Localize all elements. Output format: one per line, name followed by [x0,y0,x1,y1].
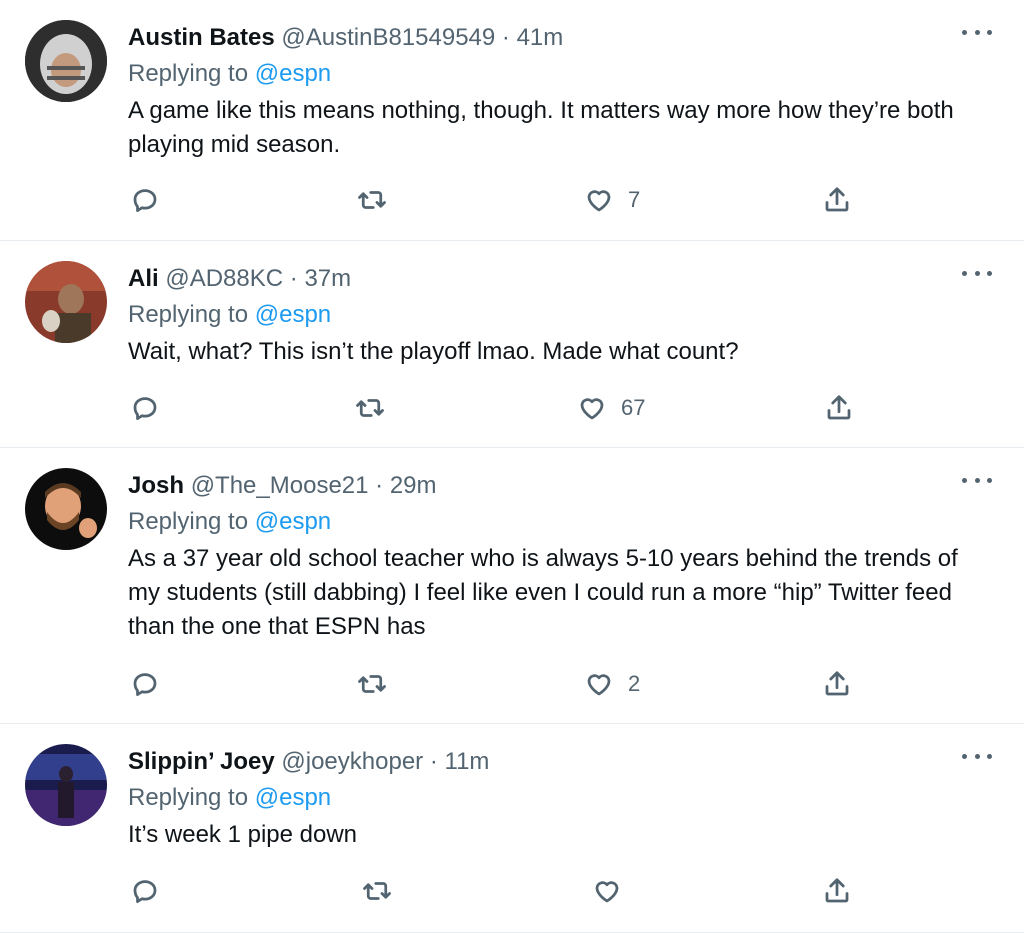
avatar[interactable] [25,20,107,102]
like-button[interactable] [592,876,636,906]
tweet[interactable]: Ali @AD88KC · 37m Replying to @espn Wait… [0,241,1024,448]
like-count: 2 [628,671,641,696]
separator-dot: · [289,265,298,292]
tweet-text: Wait, what? This isn’t the playoff lmao.… [128,338,739,365]
like-icon [587,190,611,212]
avatar-image [25,20,107,102]
more-icon[interactable] [962,24,992,40]
tweet-header: Josh @The_Moose21 · 29m [128,470,994,502]
replying-to: Replying to @espn [128,506,994,538]
retweet-button[interactable] [357,185,387,215]
retweet-button[interactable] [355,393,385,423]
retweet-icon [358,191,386,209]
replying-to-label: Replying to [128,784,249,811]
timestamp[interactable]: 29m [390,472,437,499]
mention-link[interactable]: @espn [255,784,331,811]
replying-to: Replying to @espn [128,299,994,331]
reply-icon [133,673,157,696]
reply-icon [133,189,157,212]
tweet-text: As a 37 year old school teacher who is a… [128,545,958,640]
like-count: 7 [628,187,641,212]
mention-link[interactable]: @espn [255,60,331,87]
replying-to-label: Replying to [128,508,249,535]
reply-icon [133,880,157,903]
display-name[interactable]: Josh [128,472,184,499]
replying-to-label: Replying to [128,60,249,87]
tweet[interactable]: Austin Bates @AustinB81549549 · 41m Repl… [0,0,1024,241]
avatar-image [25,468,107,550]
share-button[interactable] [822,185,852,215]
user-handle[interactable]: @AustinB81549549 [281,24,495,51]
share-icon [825,878,849,903]
more-icon[interactable] [962,472,992,488]
tweet-header: Austin Bates @AustinB81549549 · 41m [128,22,994,54]
avatar[interactable] [25,261,107,343]
retweet-icon [356,399,384,417]
replying-to: Replying to @espn [128,782,994,814]
share-button[interactable] [822,669,852,699]
like-button[interactable]: 7 [584,185,640,215]
tweet[interactable]: Slippin’ Joey @joeykhoper · 11m Replying… [0,724,1024,933]
display-name[interactable]: Slippin’ Joey [128,748,275,775]
more-icon[interactable] [962,748,992,764]
reply-button[interactable] [130,393,160,423]
retweet-button[interactable] [357,669,387,699]
tweet-actions: 67 [0,393,1024,429]
separator-dot: · [375,472,384,499]
timestamp[interactable]: 37m [304,265,351,292]
mention-link[interactable]: @espn [255,301,331,328]
display-name[interactable]: Ali [128,265,159,292]
replying-to-label: Replying to [128,301,249,328]
avatar[interactable] [25,468,107,550]
user-handle[interactable]: @AD88KC [165,265,283,292]
reply-button[interactable] [130,669,160,699]
share-icon [825,187,849,212]
tweet-header: Slippin’ Joey @joeykhoper · 11m [128,746,994,778]
retweet-icon [363,882,391,900]
reply-button[interactable] [130,185,160,215]
timestamp[interactable]: 41m [517,24,564,51]
user-handle[interactable]: @The_Moose21 [191,472,369,499]
tweet-text: A game like this means nothing, though. … [128,97,954,158]
tweet-actions: 7 [0,185,1024,221]
share-icon [825,671,849,696]
reply-icon [133,397,157,420]
tweet[interactable]: Josh @The_Moose21 · 29m Replying to @esp… [0,448,1024,724]
avatar-image [25,744,107,826]
retweet-icon [358,675,386,693]
like-button[interactable]: 2 [584,669,640,699]
share-icon [827,395,851,420]
mention-link[interactable]: @espn [255,508,331,535]
more-icon[interactable] [962,265,992,281]
replying-to: Replying to @espn [128,58,994,90]
like-button[interactable]: 67 [577,393,645,423]
avatar[interactable] [25,744,107,826]
separator-dot: · [501,24,510,51]
share-button[interactable] [824,393,854,423]
share-button[interactable] [822,876,852,906]
like-icon [580,398,604,420]
tweet-header: Ali @AD88KC · 37m [128,263,994,295]
like-icon [587,674,611,696]
like-icon [595,881,619,903]
timestamp[interactable]: 11m [445,748,490,775]
separator-dot: · [429,748,438,775]
tweet-text: It’s week 1 pipe down [128,821,358,848]
retweet-button[interactable] [362,876,392,906]
reply-button[interactable] [130,876,160,906]
display-name[interactable]: Austin Bates [128,24,275,51]
avatar-image [25,261,107,343]
tweet-actions [0,876,1024,912]
user-handle[interactable]: @joeykhoper [281,748,423,775]
like-count: 67 [621,395,646,420]
tweet-actions: 2 [0,669,1024,705]
